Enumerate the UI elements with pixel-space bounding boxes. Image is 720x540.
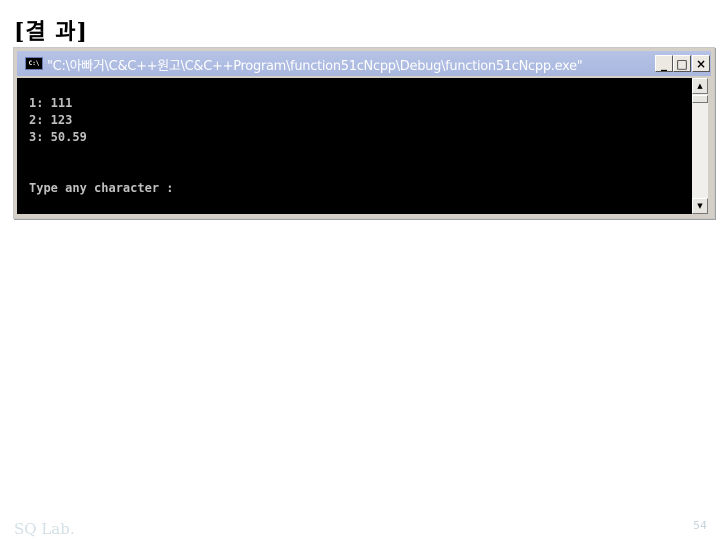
- arrow-up-icon: ▲: [697, 82, 703, 90]
- output-line: 2: 123: [29, 113, 73, 127]
- slide-heading: [결 과]: [14, 19, 88, 45]
- scroll-up-button[interactable]: ▲: [692, 78, 708, 94]
- close-button[interactable]: ×: [692, 55, 710, 72]
- scroll-down-button[interactable]: ▼: [692, 198, 708, 214]
- maximize-icon: □: [676, 57, 688, 71]
- output-line: 1: 111: [29, 96, 73, 110]
- title-bar[interactable]: C:\ "C:\아빠거\C&C++원고\C&C++Program\functio…: [17, 51, 711, 76]
- footer-lab-name: SQ Lab.: [14, 520, 75, 538]
- maximize-button[interactable]: □: [673, 55, 691, 72]
- console-window: C:\ "C:\아빠거\C&C++원고\C&C++Program\functio…: [13, 47, 715, 219]
- minimize-icon: _: [661, 57, 667, 71]
- scroll-thumb[interactable]: [692, 95, 708, 103]
- prompt-line: Type any character :: [29, 181, 174, 195]
- close-icon: ×: [695, 57, 707, 71]
- vertical-scrollbar[interactable]: ▲ ▼: [692, 78, 708, 214]
- console-output[interactable]: 1: 111 2: 123 3: 50.59 Type any characte…: [17, 78, 692, 214]
- arrow-down-icon: ▼: [697, 202, 703, 210]
- output-line: 3: 50.59: [29, 130, 87, 144]
- page-number: 54: [693, 519, 707, 532]
- minimize-button[interactable]: _: [655, 55, 673, 72]
- console-icon[interactable]: C:\: [25, 57, 43, 70]
- window-title: "C:\아빠거\C&C++원고\C&C++Program\function51c…: [47, 59, 583, 74]
